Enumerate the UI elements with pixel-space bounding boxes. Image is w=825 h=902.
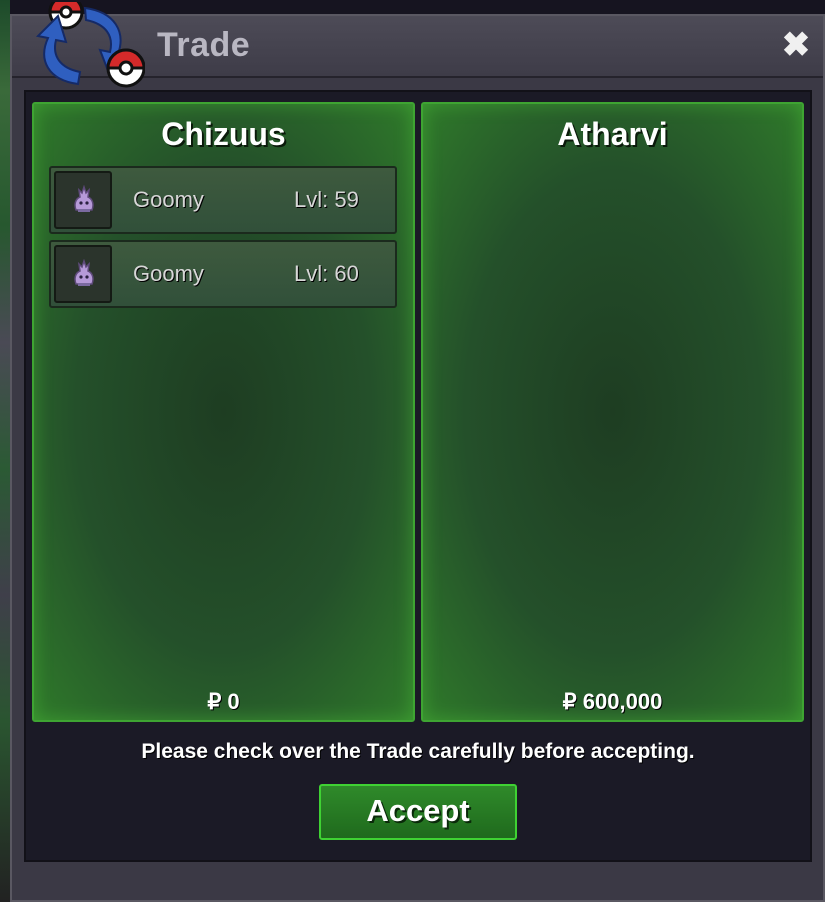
pokemon-slot <box>54 171 112 229</box>
trade-notice: Please check over the Trade carefully be… <box>141 740 695 763</box>
goomy-icon <box>74 185 94 212</box>
trade-item[interactable]: Goomy Lvl: 59 <box>49 166 397 234</box>
background-game-strip <box>0 0 10 902</box>
trade-swap-icon <box>35 2 145 88</box>
pokemon-slot <box>54 245 112 303</box>
pokemon-name: Goomy <box>133 261 204 286</box>
pokemon-level: Lvl: 59 <box>294 187 359 212</box>
left-money: ₽ 0 <box>207 689 240 714</box>
goomy-icon <box>74 259 94 286</box>
pokemon-level: Lvl: 60 <box>294 261 359 286</box>
right-money: ₽ 600,000 <box>562 689 663 714</box>
trade-item[interactable]: Goomy Lvl: 60 <box>49 240 397 308</box>
window-title: Trade <box>157 26 251 64</box>
pokemon-name: Goomy <box>133 187 204 212</box>
right-player-name: Atharvi <box>557 116 668 152</box>
left-offer-panel: Chizuus Goomy Lvl: 59 Goomy Lvl: 60 ₽ 0 <box>32 102 415 722</box>
close-button[interactable]: ✖ <box>779 28 813 62</box>
accept-button[interactable]: Accept <box>319 784 517 840</box>
trade-content: Chizuus Goomy Lvl: 59 Goomy Lvl: 60 ₽ 0 … <box>24 90 812 862</box>
trade-window: Trade ✖ Chizuus Goomy Lvl: 59 Goomy Lvl:… <box>10 2 825 902</box>
right-offer-panel: Atharvi ₽ 600,000 <box>421 102 804 722</box>
left-player-name: Chizuus <box>161 116 286 152</box>
